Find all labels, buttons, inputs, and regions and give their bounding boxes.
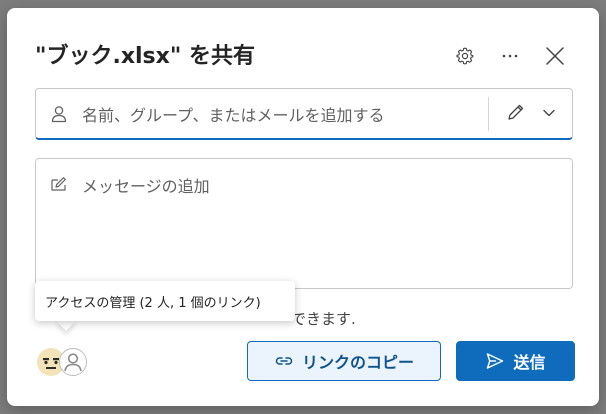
hint-text: できます. [291,310,356,328]
copy-link-label: リンクのコピー [301,353,414,372]
permission-dropdown-button[interactable] [498,99,564,129]
person-icon [50,105,68,123]
send-label: 送信 [513,353,546,372]
share-dialog: "ブック.xlsx" を共有 名前、グループ、またはメールを追加する メッセージ… [7,8,599,406]
more-ellipsis-icon[interactable] [498,44,522,68]
send-button[interactable]: 送信 [456,341,575,381]
avatar-user-2 [59,348,87,376]
edit-message-icon [50,175,68,193]
close-icon[interactable] [543,44,567,68]
link-icon [274,351,294,371]
people-search-input[interactable] [80,99,474,131]
permission-divider [488,97,489,131]
message-field-container [35,158,573,289]
send-icon [485,351,505,371]
manage-access-avatars[interactable] [37,348,93,378]
chevron-down-icon [542,105,556,124]
manage-access-tooltip: アクセスの管理 (2 人, 1 個のリンク) [35,281,295,321]
pencil-icon [506,102,526,126]
copy-link-button[interactable]: リンクのコピー [247,341,441,381]
message-input[interactable] [80,171,564,275]
gear-icon[interactable] [453,44,477,68]
people-picker [35,88,573,140]
dialog-title: "ブック.xlsx" を共有 [35,44,255,69]
